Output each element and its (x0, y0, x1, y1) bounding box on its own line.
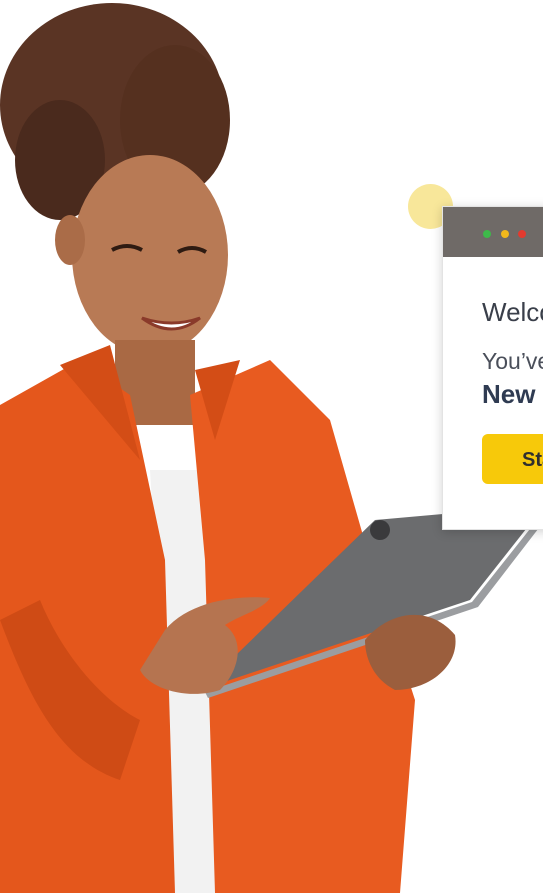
welcome-heading: Welco (482, 297, 543, 327)
welcome-window: Welco You’ve New Sta (442, 206, 543, 530)
welcome-highlight: New (482, 379, 536, 409)
window-yellow-dot-icon[interactable] (501, 230, 509, 238)
window-green-dot-icon[interactable] (483, 230, 491, 238)
window-red-dot-icon[interactable] (518, 230, 526, 238)
window-titlebar (443, 207, 543, 257)
start-button[interactable]: Sta (482, 434, 543, 484)
hero-stage: Welco You’ve New Sta (0, 0, 543, 893)
welcome-subtext: You’ve (482, 348, 543, 374)
